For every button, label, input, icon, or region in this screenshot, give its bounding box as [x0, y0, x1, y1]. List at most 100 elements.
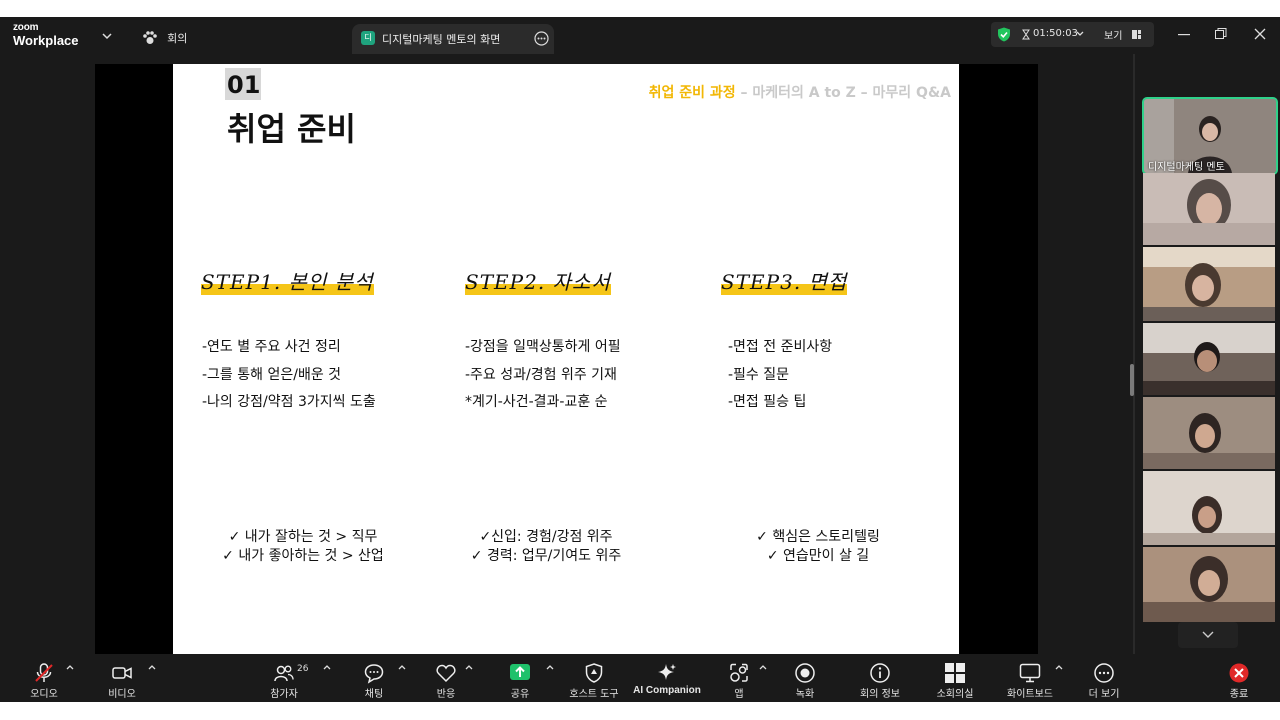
participant-thumbnail[interactable] [1143, 471, 1275, 545]
participant-video [1143, 247, 1275, 321]
view-label: 보기 [1104, 31, 1123, 42]
meeting-toolbar: 오디오 비디오 참가자 26 채팅 반응 공유 호스트 도구 AI Compan… [0, 654, 1280, 702]
apps-label: 앱 [734, 689, 744, 700]
slide-number: 01 [227, 71, 261, 99]
meeting-timer-box[interactable]: 01:50:03 보기 [991, 22, 1154, 47]
scroll-down-button[interactable] [1178, 622, 1238, 648]
check-item: ✓ 핵심은 스토리텔링 [756, 529, 880, 545]
record-icon [795, 663, 815, 683]
chat-button[interactable]: 채팅 [352, 654, 396, 702]
end-label: 종료 [1229, 689, 1249, 700]
sidebar-divider [1133, 54, 1135, 654]
meeting-menu[interactable]: 회의 [142, 27, 187, 46]
apps-button[interactable]: 앱 [717, 654, 761, 702]
video-button[interactable]: 비디오 [100, 654, 144, 702]
video-camera-icon [112, 667, 132, 679]
list-item: *계기-사건-결과-교훈 순 [465, 394, 608, 410]
chevron-up-icon[interactable] [546, 664, 554, 670]
end-icon [1229, 663, 1249, 683]
meeting-info-label: 회의 정보 [860, 689, 900, 700]
logo-text-large: Workplace [13, 33, 79, 48]
resize-handle[interactable] [1130, 364, 1134, 396]
step-heading: STEP1. 본인 분석 [201, 270, 374, 295]
chat-label: 채팅 [364, 689, 384, 700]
chevron-down-icon [1076, 31, 1084, 36]
chevron-up-icon[interactable] [148, 664, 156, 670]
participant-thumbnail[interactable] [1143, 547, 1275, 622]
bottom-margin [0, 702, 1280, 720]
participant-thumbnail[interactable] [1143, 247, 1275, 321]
participant-thumbnail[interactable] [1143, 173, 1275, 245]
mic-muted-icon [35, 663, 53, 682]
chevron-up-icon[interactable] [398, 664, 406, 670]
host-tools-label: 호스트 도구 [569, 689, 619, 700]
whiteboard-icon [1019, 663, 1041, 683]
chevron-up-icon[interactable] [323, 664, 331, 670]
ai-companion-button[interactable]: AI Companion [630, 654, 704, 702]
record-button[interactable]: 녹화 [783, 654, 827, 702]
paw-icon [143, 30, 157, 44]
share-button[interactable]: 공유 [498, 654, 542, 702]
minimize-icon[interactable] [1178, 34, 1190, 36]
shared-screen-tab[interactable]: 디 디지털마케팅 멘토의 화면 [352, 24, 554, 54]
step-heading: STEP3. 면접 [721, 270, 848, 295]
participant-thumbnail[interactable] [1143, 323, 1275, 395]
restore-icon[interactable] [1215, 28, 1227, 40]
participant-name: 디지털마케팅 멘토 [1148, 162, 1225, 173]
zoom-logo[interactable]: zoom Workplace [13, 22, 79, 48]
reactions-button[interactable]: 반응 [424, 654, 468, 702]
participant-video [1143, 173, 1275, 245]
apps-icon [730, 663, 748, 682]
close-icon[interactable] [1254, 28, 1266, 40]
reactions-label: 반응 [436, 689, 456, 700]
participant-video [1143, 323, 1275, 395]
host-tools-button[interactable]: 호스트 도구 [564, 654, 624, 702]
chevron-up-icon[interactable] [465, 664, 473, 670]
list-item: -필수 질문 [728, 366, 790, 383]
participant-thumbnail[interactable] [1143, 397, 1275, 469]
participants-button[interactable]: 참가자 [262, 654, 306, 702]
step-list: -연도 별 주요 사건 정리 -그를 통해 얻은/배운 것 -나의 강점/약점 … [202, 334, 376, 417]
whiteboard-button[interactable]: 화이트보드 [1000, 654, 1060, 702]
participant-video [1143, 547, 1275, 622]
checklist: ✓신입: 경험/강점 위주 ✓ 경력: 업무/기여도 위주 [461, 528, 631, 566]
chat-icon [364, 664, 384, 684]
check-item: ✓ 내가 잘하는 것 > 직무 [228, 529, 378, 545]
tab-title: 디지털마케팅 멘토의 화면 [382, 33, 501, 46]
participant-video [1143, 471, 1275, 545]
participant-thumbnail-host[interactable]: 디지털마케팅 멘토 [1142, 97, 1278, 175]
checklist: ✓ 내가 잘하는 것 > 직무 ✓ 내가 좋아하는 것 > 산업 [203, 528, 403, 566]
list-item: -강점을 일맥상통하게 어필 [465, 339, 621, 355]
chevron-up-icon[interactable] [66, 664, 74, 670]
ai-companion-label: AI Companion [633, 685, 701, 696]
logo-text-small: zoom [13, 22, 39, 33]
shield-check-icon [998, 27, 1010, 42]
list-item: -주요 성과/경험 위주 기재 [465, 366, 617, 383]
more-button[interactable]: 더 보기 [1082, 654, 1126, 702]
layout-icon [1132, 30, 1141, 39]
chevron-down-icon[interactable] [102, 32, 112, 40]
chevron-up-icon[interactable] [759, 664, 767, 670]
timer-text: 01:50:03 [1033, 28, 1078, 39]
chevron-up-icon[interactable] [1055, 664, 1063, 670]
list-item: -면접 전 준비사항 [728, 339, 833, 355]
end-meeting-button[interactable]: 종료 [1217, 654, 1261, 702]
video-label: 비디오 [108, 689, 136, 700]
top-margin [0, 0, 1280, 17]
more-options-icon[interactable] [534, 31, 549, 46]
presentation-slide: 01 취업 준비 취업 준비 과정 – 마케터의 A to Z – 마무리 Q&… [173, 64, 959, 654]
slide-title: 취업 준비 [227, 110, 356, 148]
participant-video [1143, 397, 1275, 469]
audio-button[interactable]: 오디오 [22, 654, 66, 702]
more-label: 더 보기 [1088, 689, 1120, 700]
breakout-rooms-button[interactable]: 소회의실 [925, 654, 985, 702]
grid-icon [945, 663, 965, 683]
list-item: -면접 필승 팁 [728, 394, 807, 410]
meeting-info-button[interactable]: 회의 정보 [850, 654, 910, 702]
heart-icon [436, 664, 456, 683]
hourglass-icon [1022, 29, 1030, 40]
tab-avatar-badge: 디 [361, 31, 375, 45]
audio-label: 오디오 [30, 689, 58, 700]
breadcrumb-rest: – 마케터의 A to Z – 마무리 Q&A [735, 85, 951, 101]
step-list: -면접 전 준비사항 -필수 질문 -면접 필승 팁 [728, 334, 832, 417]
